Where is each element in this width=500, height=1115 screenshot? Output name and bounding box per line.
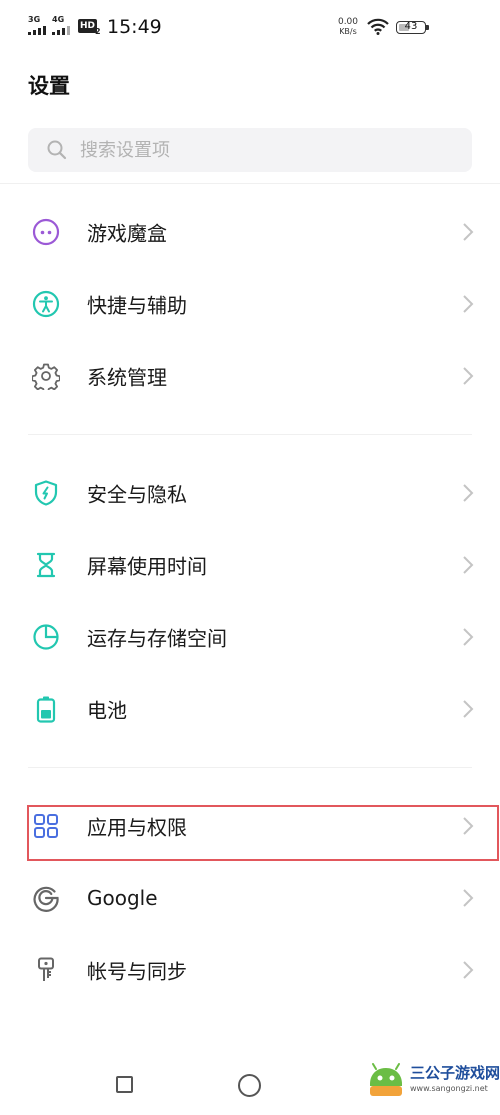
sim1-network-label: 3G (28, 15, 41, 24)
network-speed-unit: KB/s (339, 27, 357, 36)
watermark: 三公子游戏网 www.sangongzi.net (360, 1052, 500, 1115)
chevron-right-icon (463, 367, 474, 385)
settings-item-label: 帐号与同步 (87, 959, 187, 984)
clock: 15:49 (107, 16, 162, 38)
watermark-url: www.sangongzi.net (410, 1084, 488, 1093)
battery-icon (31, 694, 61, 724)
highlight-box (27, 805, 499, 861)
chevron-right-icon (463, 628, 474, 646)
settings-item-label: 屏幕使用时间 (87, 554, 207, 579)
divider (0, 183, 500, 184)
chevron-right-icon (463, 223, 474, 241)
recent-apps-button[interactable] (116, 1076, 133, 1093)
search-bar[interactable] (28, 128, 472, 172)
settings-item-label: 系统管理 (87, 365, 167, 390)
gear-icon (31, 361, 61, 391)
chevron-right-icon (463, 295, 474, 313)
google-icon (31, 883, 61, 913)
settings-item-label: 运存与存储空间 (87, 626, 227, 651)
settings-item-accounts-sync[interactable]: 帐号与同步 (0, 934, 500, 1006)
hourglass-icon (31, 550, 61, 580)
network-speed-value: 0.00 (337, 17, 359, 27)
chevron-right-icon (463, 700, 474, 718)
game-box-icon (31, 217, 61, 247)
network-speed: 0.00 KB/s (336, 17, 360, 37)
settings-item-google[interactable]: Google (0, 862, 500, 934)
chevron-right-icon (463, 889, 474, 907)
search-icon (47, 140, 67, 160)
account-key-icon (31, 955, 61, 985)
shield-icon (31, 478, 61, 508)
chevron-right-icon (463, 961, 474, 979)
section-divider (28, 434, 472, 435)
page-title: 设置 (28, 74, 70, 98)
search-input[interactable] (80, 128, 450, 172)
watermark-title: 三公子游戏网 (410, 1064, 500, 1082)
settings-item-system-management[interactable]: 系统管理 (0, 340, 500, 412)
watermark-logo-icon (370, 1063, 402, 1096)
settings-item-label: Google (87, 886, 158, 910)
settings-item-memory-storage[interactable]: 运存与存储空间 (0, 601, 500, 673)
hd-sim-number: 2 (95, 27, 101, 36)
chevron-right-icon (463, 484, 474, 502)
battery-tip (426, 25, 429, 30)
settings-item-game-box[interactable]: 游戏魔盒 (0, 196, 500, 268)
battery-status-icon: 43 (396, 21, 426, 34)
settings-item-label: 快捷与辅助 (87, 293, 187, 318)
chevron-right-icon (463, 556, 474, 574)
settings-item-shortcuts-accessibility[interactable]: 快捷与辅助 (0, 268, 500, 340)
section-divider (28, 767, 472, 768)
settings-item-screen-time[interactable]: 屏幕使用时间 (0, 529, 500, 601)
sim2-network-label: 4G (52, 15, 65, 24)
settings-item-label: 安全与隐私 (87, 482, 187, 507)
home-button[interactable] (238, 1074, 261, 1097)
status-bar: 3G 4G HD 2 15:49 0.00 KB/s 43 (0, 0, 500, 56)
wifi-icon (367, 18, 389, 35)
accessibility-icon (31, 289, 61, 319)
settings-item-security-privacy[interactable]: 安全与隐私 (0, 457, 500, 529)
settings-item-label: 游戏魔盒 (87, 221, 167, 246)
battery-level: 43 (404, 21, 418, 32)
settings-item-battery[interactable]: 电池 (0, 673, 500, 745)
settings-item-label: 电池 (87, 698, 127, 723)
storage-pie-icon (31, 622, 61, 652)
